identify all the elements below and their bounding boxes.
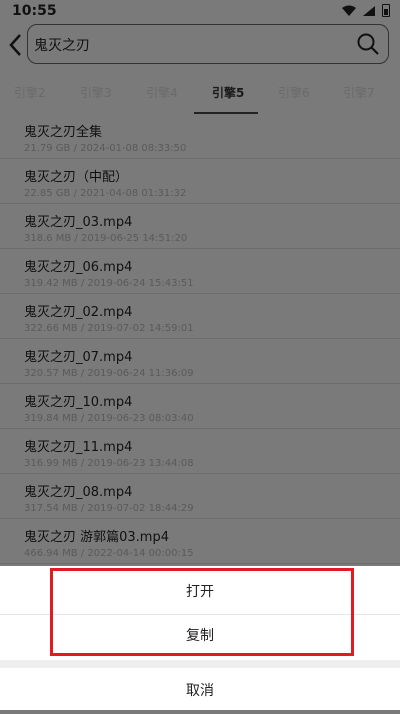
tab-engine-7[interactable]: 引擎7 xyxy=(343,84,375,101)
search-bar: 鬼灭之刃 xyxy=(0,22,400,70)
file-name: 鬼灭之刃_10.mp4 xyxy=(24,395,133,410)
list-item[interactable]: 鬼灭之刃（中配） 22.85 GB / 2021-04-08 01:31:32 xyxy=(0,159,400,204)
sheet-separator xyxy=(0,660,400,668)
search-icon[interactable] xyxy=(356,32,380,56)
open-button[interactable]: 打开 xyxy=(0,566,400,614)
list-item[interactable]: 鬼灭之刃_11.mp4 316.99 MB / 2019-06-23 13:44… xyxy=(0,429,400,474)
file-name: 鬼灭之刃_02.mp4 xyxy=(24,305,133,320)
status-time: 10:55 xyxy=(12,3,57,19)
list-item[interactable]: 鬼灭之刃_03.mp4 318.6 MB / 2019-06-25 14:51:… xyxy=(0,204,400,249)
search-query: 鬼灭之刃 xyxy=(34,38,90,54)
search-input[interactable]: 鬼灭之刃 xyxy=(27,24,389,64)
file-meta: 322.66 MB / 2019-07-02 14:59:01 xyxy=(24,323,194,334)
file-name: 鬼灭之刃_08.mp4 xyxy=(24,485,133,500)
file-name: 鬼灭之刃（中配） xyxy=(24,170,129,185)
file-meta: 316.99 MB / 2019-06-23 13:44:08 xyxy=(24,458,194,469)
tab-engine-6[interactable]: 引擎6 xyxy=(278,84,310,101)
tab-engine-5[interactable]: 引擎5 xyxy=(212,84,244,101)
status-bar: 10:55 xyxy=(0,0,400,22)
file-name: 鬼灭之刃 游郭篇03.mp4 xyxy=(24,530,169,545)
back-arrow-icon[interactable] xyxy=(6,32,28,58)
file-meta: 466.94 MB / 2022-04-14 00:00:15 xyxy=(24,548,194,559)
file-list: 鬼灭之刃全集 21.79 GB / 2024-01-08 08:33:50 鬼灭… xyxy=(0,114,400,564)
file-meta: 320.57 MB / 2019-06-24 11:36:09 xyxy=(24,368,194,379)
file-meta: 317.54 MB / 2019-07-02 18:44:29 xyxy=(24,503,194,514)
copy-button[interactable]: 复制 xyxy=(0,614,400,660)
tab-engine-3[interactable]: 引擎3 xyxy=(80,84,112,101)
tab-engine-4[interactable]: 引擎4 xyxy=(146,84,178,101)
file-meta: 318.6 MB / 2019-06-25 14:51:20 xyxy=(24,233,188,244)
file-name: 鬼灭之刃_03.mp4 xyxy=(24,215,133,230)
file-name: 鬼灭之刃_11.mp4 xyxy=(24,440,133,455)
list-item[interactable]: 鬼灭之刃_02.mp4 322.66 MB / 2019-07-02 14:59… xyxy=(0,294,400,339)
list-item[interactable]: 鬼灭之刃_10.mp4 319.84 MB / 2019-06-23 08:03… xyxy=(0,384,400,429)
file-name: 鬼灭之刃_07.mp4 xyxy=(24,350,133,365)
signal-icon xyxy=(362,5,376,17)
action-sheet: 打开 复制 取消 xyxy=(0,566,400,710)
file-name: 鬼灭之刃_06.mp4 xyxy=(24,260,133,275)
status-icons xyxy=(342,4,390,17)
file-meta: 319.42 MB / 2019-06-24 15:43:51 xyxy=(24,278,194,289)
file-meta: 319.84 MB / 2019-06-23 08:03:40 xyxy=(24,413,194,424)
wifi-icon xyxy=(342,5,356,17)
tab-engine-2[interactable]: 引擎2 xyxy=(14,84,46,101)
list-item[interactable]: 鬼灭之刃_08.mp4 317.54 MB / 2019-07-02 18:44… xyxy=(0,474,400,519)
list-item[interactable]: 鬼灭之刃_06.mp4 319.42 MB / 2019-06-24 15:43… xyxy=(0,249,400,294)
list-item[interactable]: 鬼灭之刃_07.mp4 320.57 MB / 2019-06-24 11:36… xyxy=(0,339,400,384)
engine-tabs: 引擎2 引擎3 引擎4 引擎5 引擎6 引擎7 xyxy=(0,70,400,114)
list-item[interactable]: 鬼灭之刃全集 21.79 GB / 2024-01-08 08:33:50 xyxy=(0,114,400,159)
battery-icon xyxy=(382,4,390,17)
list-item[interactable]: 鬼灭之刃 游郭篇03.mp4 466.94 MB / 2022-04-14 00… xyxy=(0,519,400,564)
cancel-button[interactable]: 取消 xyxy=(0,668,400,710)
file-meta: 22.85 GB / 2021-04-08 01:31:32 xyxy=(24,188,187,199)
file-meta: 21.79 GB / 2024-01-08 08:33:50 xyxy=(24,143,187,154)
file-name: 鬼灭之刃全集 xyxy=(24,125,103,140)
